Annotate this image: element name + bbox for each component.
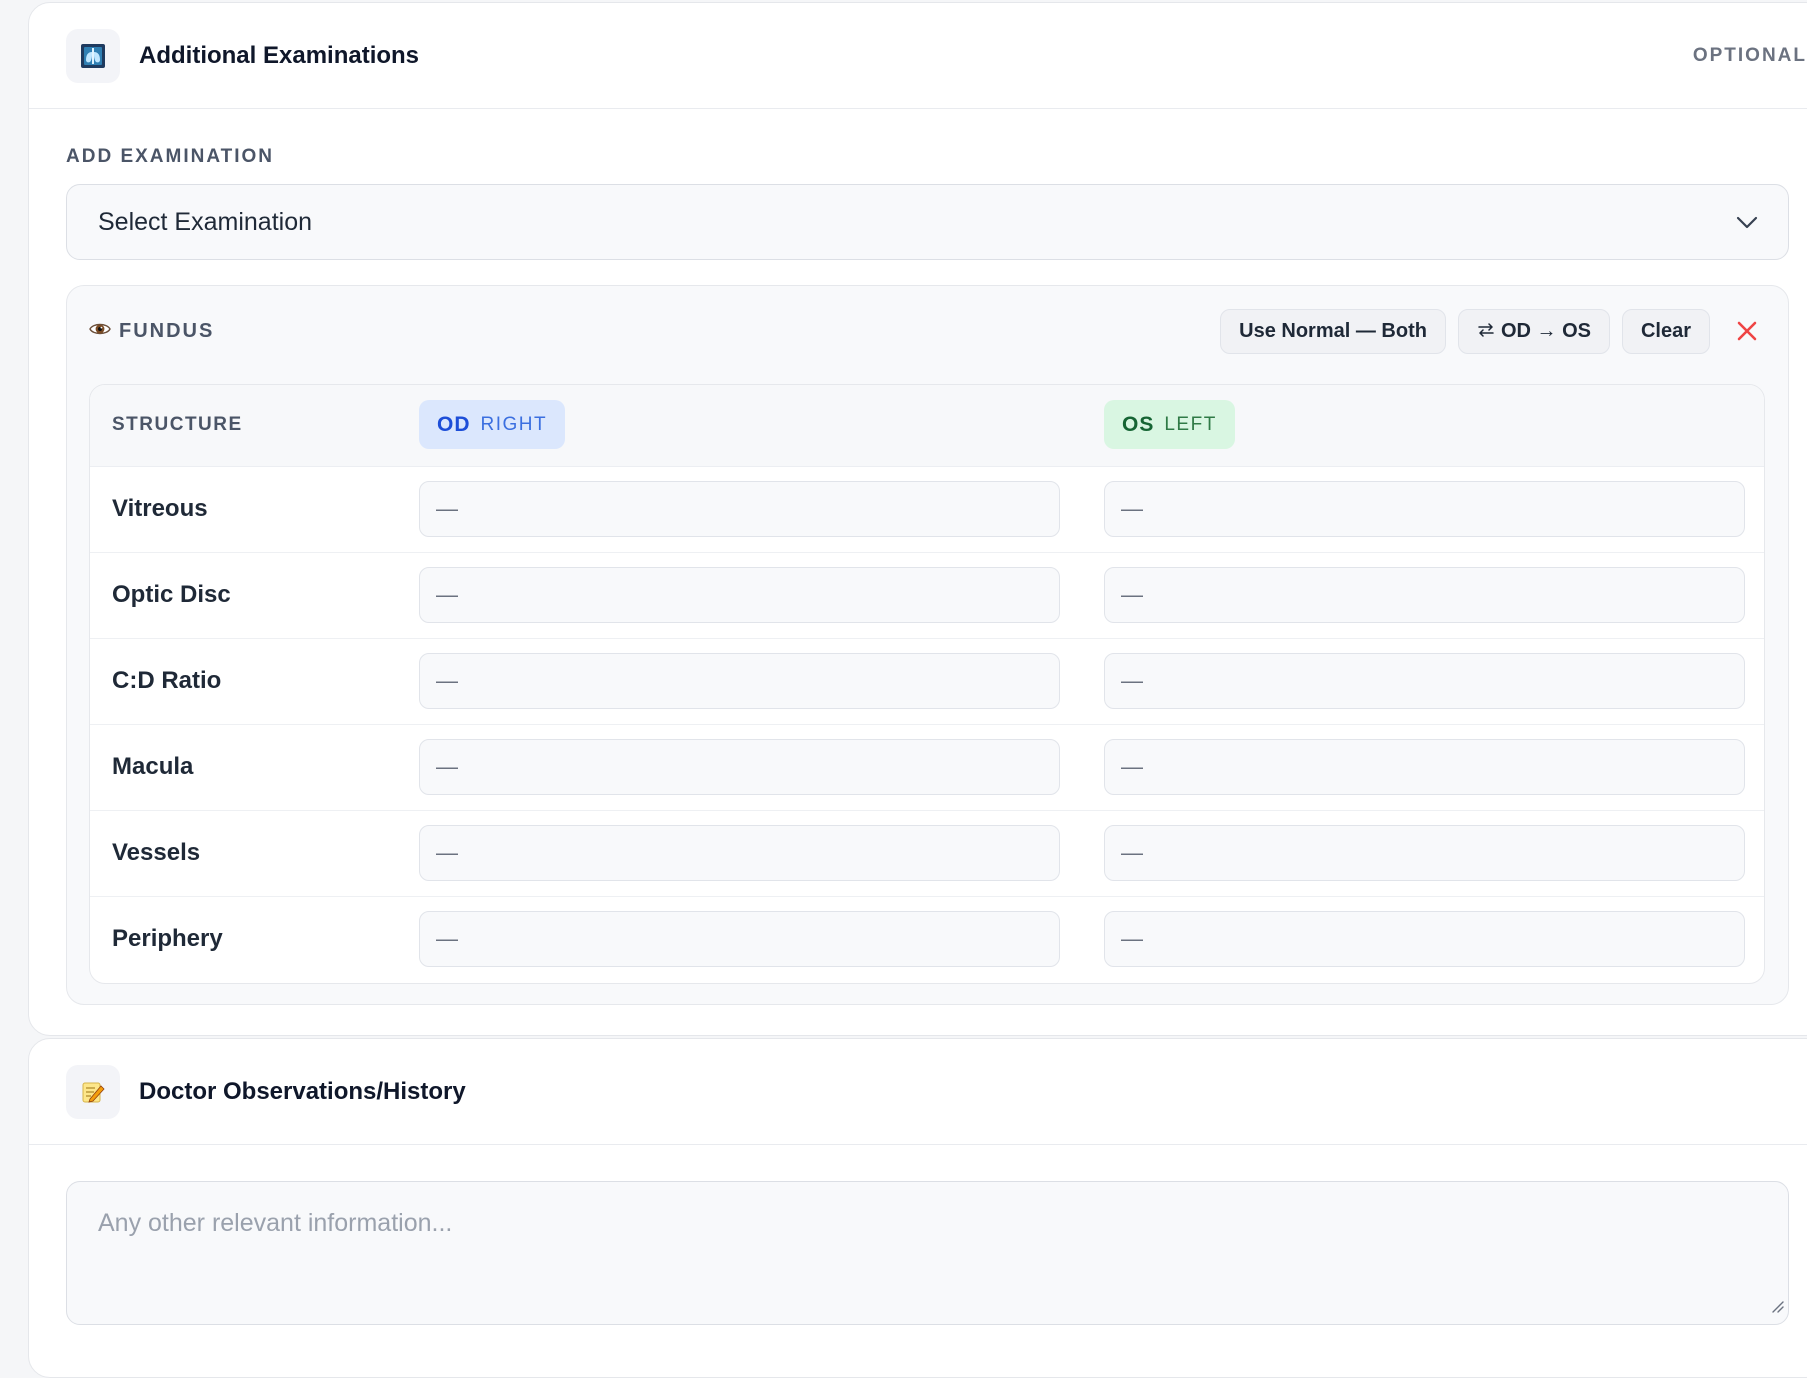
fundus-panel: FUNDUS Use Normal — Both OD → OS Clear S… [66,285,1789,1005]
clear-button[interactable]: Clear [1621,308,1710,354]
od-optic-disc-input[interactable]: — [419,567,1060,623]
od-vitreous-input[interactable]: — [419,481,1060,537]
os-side: LEFT [1164,413,1217,435]
row-label-optic-disc: Optic Disc [112,581,231,608]
os-optic-disc-input[interactable]: — [1104,567,1745,623]
examination-select-value: Select Examination [98,207,313,236]
card-title: Doctor Observations/History [139,1077,466,1105]
os-cd-ratio-input[interactable]: — [1104,653,1745,709]
os-periphery-input[interactable]: — [1104,911,1745,967]
table-header: STRUCTURE OD RIGHT OS LEFT [90,385,1764,467]
examination-select[interactable]: Select Examination [66,184,1789,260]
table-row: Periphery — — [90,897,1764,983]
od-code: OD [437,412,471,436]
optional-label: OPTIONAL [1692,44,1807,66]
fundus-panel-header: FUNDUS Use Normal — Both OD → OS Clear [67,286,1788,376]
fundus-actions: Use Normal — Both OD → OS Clear [1220,308,1758,354]
os-macula-input[interactable]: — [1104,739,1745,795]
resize-grip-icon[interactable] [1768,1291,1784,1320]
fundus-title: FUNDUS [119,319,215,342]
observations-textarea[interactable]: Any other relevant information... [66,1181,1789,1325]
copy-od-to-os-button[interactable]: OD → OS [1457,308,1610,354]
additional-examinations-card: Additional Examinations OPTIONAL ADD EXA… [28,2,1807,1036]
table-row: Optic Disc — — [90,553,1764,639]
row-label-vessels: Vessels [112,839,201,866]
observations-placeholder: Any other relevant information... [98,1209,453,1237]
fundus-table: STRUCTURE OD RIGHT OS LEFT Vitreous — — … [89,384,1765,984]
od-periphery-input[interactable]: — [419,911,1060,967]
od-right-badge: OD RIGHT [419,400,566,449]
swap-arrows-icon [1477,320,1495,343]
table-row: Vessels — — [90,811,1764,897]
od-cd-ratio-input[interactable]: — [419,653,1060,709]
os-vessels-input[interactable]: — [1104,825,1745,881]
copy-button-label: OD → OS [1500,319,1591,342]
row-label-periphery: Periphery [112,925,223,952]
row-label-vitreous: Vitreous [112,495,208,522]
table-row: C:D Ratio — — [90,639,1764,725]
od-side: RIGHT [480,413,548,435]
use-normal-both-button[interactable]: Use Normal — Both [1220,308,1446,354]
memo-icon [66,1064,120,1119]
os-code: OS [1122,412,1155,436]
od-vessels-input[interactable]: — [419,825,1060,881]
os-left-badge: OS LEFT [1104,400,1235,449]
structure-column-header: STRUCTURE [112,414,243,435]
eye-icon [89,321,111,342]
os-vitreous-input[interactable]: — [1104,481,1745,537]
add-examination-label: ADD EXAMINATION [66,146,275,167]
x-ray-icon [66,28,120,83]
card-header: Additional Examinations OPTIONAL [29,3,1807,109]
od-macula-input[interactable]: — [419,739,1060,795]
table-row: Vitreous — — [90,467,1764,553]
table-row: Macula — — [90,725,1764,811]
chevron-down-icon [1736,208,1758,237]
close-icon[interactable] [1736,320,1758,342]
row-label-cd-ratio: C:D Ratio [112,667,222,694]
doctor-observations-card: Doctor Observations/History Any other re… [28,1038,1807,1378]
card-header: Doctor Observations/History [29,1039,1807,1145]
row-label-macula: Macula [112,753,194,780]
card-title: Additional Examinations [139,41,420,69]
